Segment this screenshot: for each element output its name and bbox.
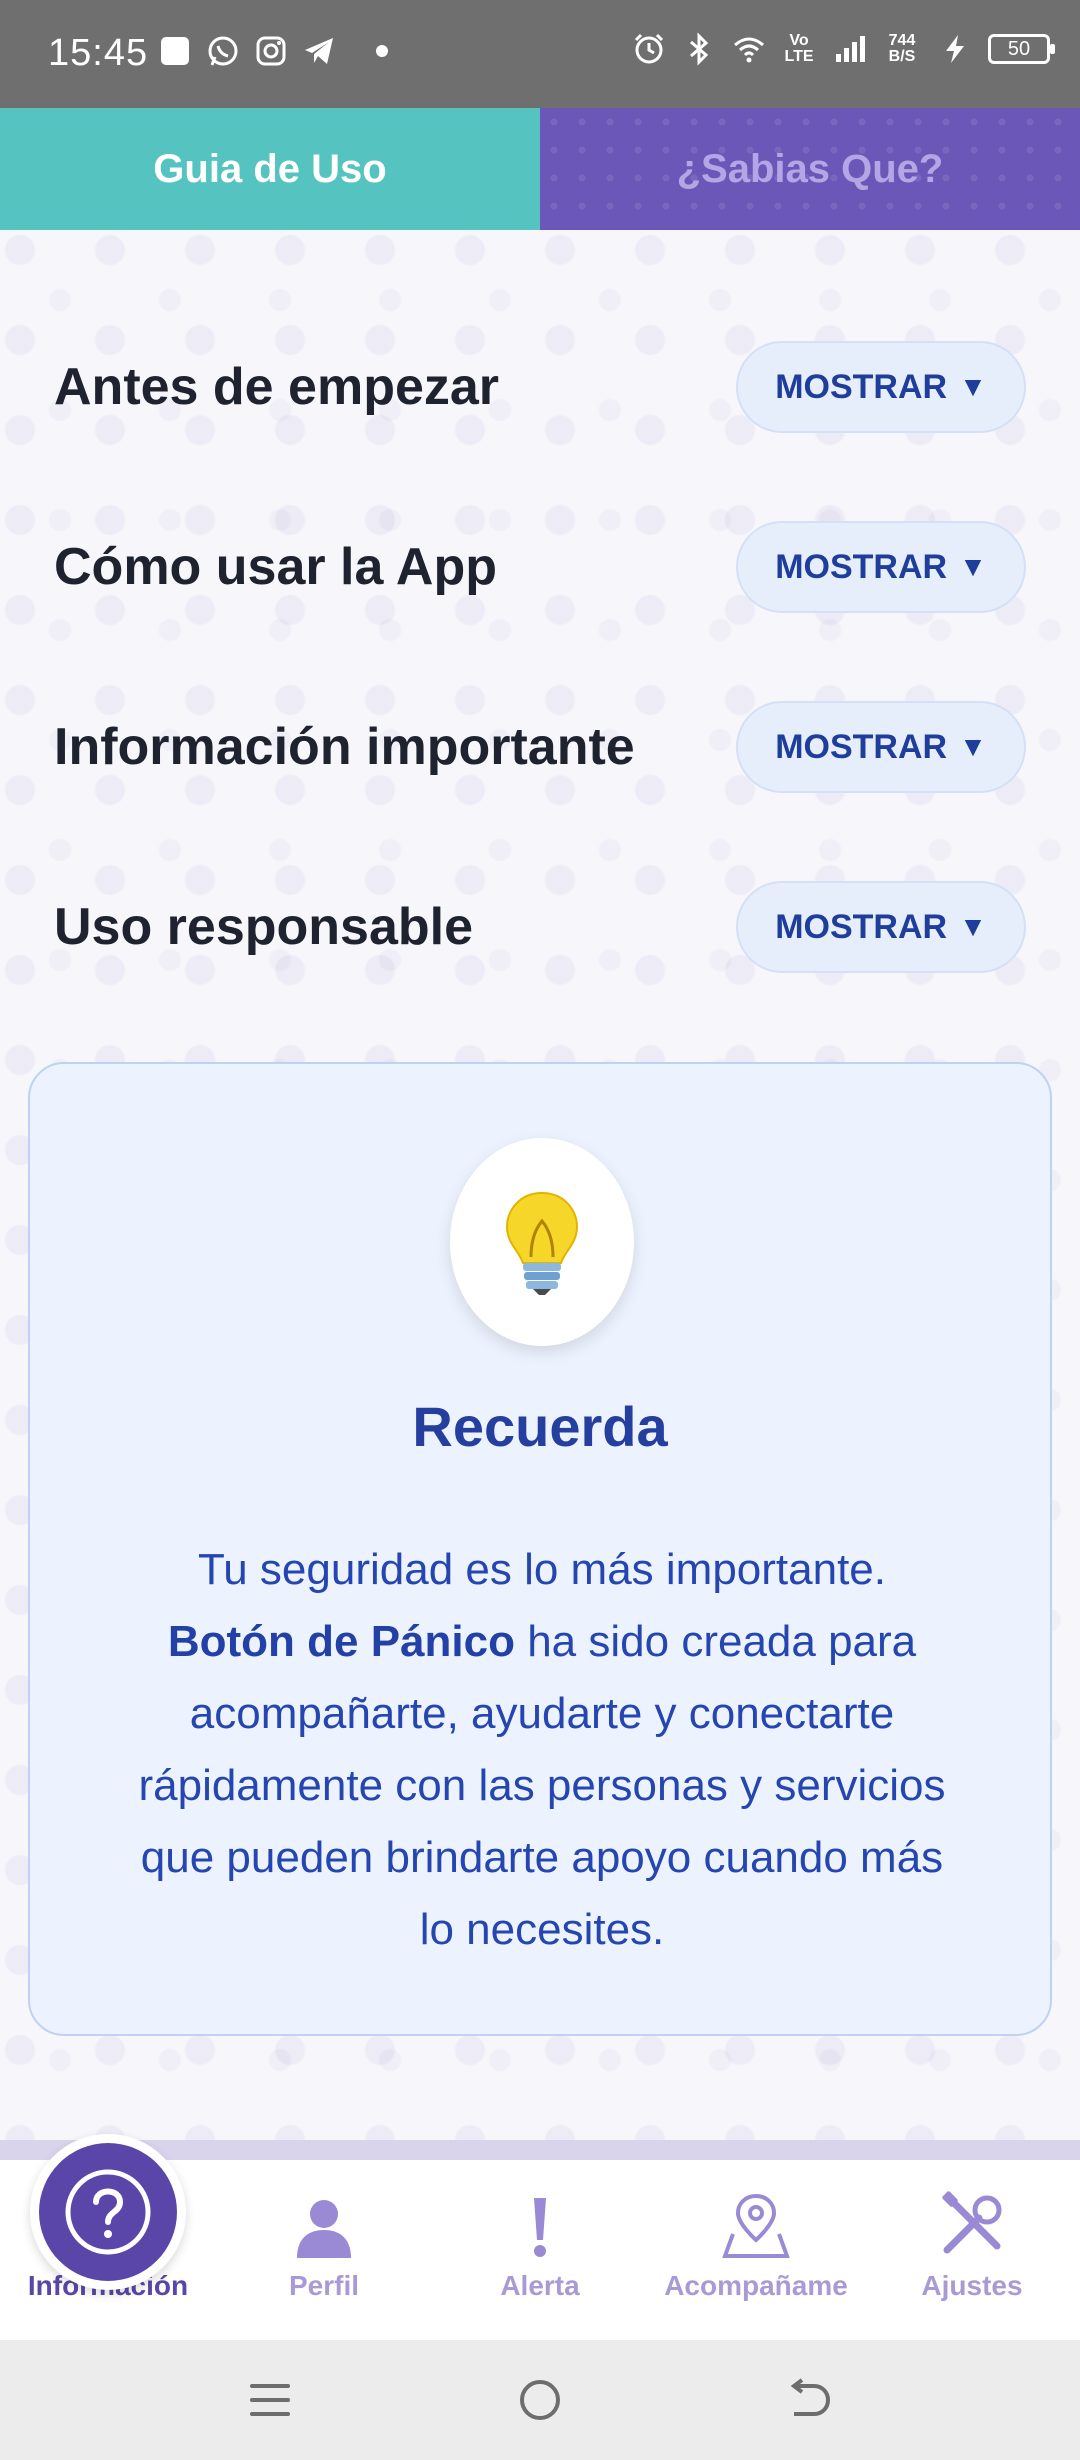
- section-title: Cómo usar la App: [54, 538, 498, 596]
- caret-down-icon: ▼: [959, 911, 987, 942]
- square-notification-icon: [161, 37, 189, 65]
- status-bar: 15:45 Vo LTE 744 B/S 50: [0, 0, 1080, 108]
- section-title: Uso responsable: [54, 898, 474, 956]
- recent-apps-button[interactable]: [240, 2374, 300, 2426]
- app-name: Botón de Pánico: [167, 1617, 515, 1666]
- active-nav-bubble: [30, 2134, 186, 2290]
- caret-down-icon: ▼: [959, 731, 987, 762]
- status-time: 15:45: [48, 32, 149, 74]
- back-arrow-icon: [790, 2378, 831, 2416]
- exclamation-icon: [534, 2198, 546, 2257]
- more-notifications-dot: [376, 45, 388, 57]
- nav-label: Alerta: [500, 2270, 580, 2301]
- menu-lines-icon: [250, 2384, 290, 2416]
- nav-ajustes[interactable]: Ajustes: [864, 2160, 1080, 2340]
- map-pin-icon: [722, 2193, 790, 2258]
- signal-icon: [836, 36, 865, 62]
- instagram-icon: [256, 36, 286, 66]
- card-line-1: Tu seguridad es lo más importante.: [197, 1545, 887, 1594]
- nav-label: Perfil: [288, 2270, 360, 2301]
- back-button[interactable]: [778, 2374, 838, 2426]
- home-circle-icon: [520, 2380, 560, 2420]
- nav-perfil[interactable]: Perfil: [216, 2160, 432, 2340]
- card-body: ha sido creada para acompañarte, ayudart…: [138, 1617, 946, 1954]
- charging-icon: [946, 35, 964, 63]
- whatsapp-icon: [208, 36, 238, 66]
- show-button[interactable]: MOSTRAR ▼: [736, 701, 1026, 793]
- tab-guia-de-uso[interactable]: Guia de Uso: [0, 108, 540, 230]
- alarm-icon: [634, 33, 664, 64]
- show-button-label: MOSTRAR: [775, 907, 948, 946]
- network-speed: 744 B/S: [888, 32, 916, 65]
- home-button[interactable]: [510, 2374, 570, 2426]
- bluetooth-icon: [690, 32, 709, 66]
- section-title: Información importante: [54, 718, 635, 776]
- lightbulb-icon: [505, 1191, 579, 1295]
- remember-card: Recuerda Tu seguridad es lo más importan…: [28, 1062, 1052, 2036]
- nav-informacion[interactable]: Información: [0, 2134, 216, 2340]
- bulb-badge: [450, 1138, 634, 1346]
- card-message: Tu seguridad es lo más importante. Botón …: [120, 1534, 964, 1966]
- show-button[interactable]: MOSTRAR ▼: [736, 521, 1026, 613]
- section-title: Antes de empezar: [54, 358, 500, 416]
- nav-label: Acompañame: [664, 2270, 848, 2301]
- show-button[interactable]: MOSTRAR ▼: [736, 341, 1026, 433]
- bottom-navigation: Información Perfil Alerta Acompañame Aj: [0, 2134, 1080, 2340]
- volte-indicator: Vo LTE: [784, 32, 814, 65]
- show-button[interactable]: MOSTRAR ▼: [736, 881, 1026, 973]
- tab-sabias-que[interactable]: ¿Sabias Que?: [540, 108, 1080, 230]
- question-icon: [65, 2169, 151, 2255]
- top-tabs: Guia de Uso ¿Sabias Que?: [0, 108, 1080, 230]
- nav-acompaname[interactable]: Acompañame: [648, 2160, 864, 2340]
- notification-icons: [158, 34, 388, 68]
- show-button-label: MOSTRAR: [775, 547, 948, 586]
- tools-icon: [942, 2191, 1002, 2254]
- telegram-icon: [305, 38, 333, 64]
- caret-down-icon: ▼: [959, 551, 987, 582]
- section-antes-de-empezar: Antes de empezar MOSTRAR ▼: [54, 337, 1026, 437]
- section-uso-responsable: Uso responsable MOSTRAR ▼: [54, 877, 1026, 977]
- wifi-icon: [734, 37, 764, 63]
- system-status-icons: Vo LTE 744 B/S 50: [632, 32, 1055, 66]
- card-title: Recuerda: [412, 1395, 668, 1458]
- nav-label: Ajustes: [921, 2270, 1023, 2301]
- system-navigation-bar: [0, 2340, 1080, 2460]
- nav-alerta[interactable]: Alerta: [432, 2160, 648, 2340]
- section-informacion-importante: Información importante MOSTRAR ▼: [54, 697, 1026, 797]
- caret-down-icon: ▼: [959, 371, 987, 402]
- show-button-label: MOSTRAR: [775, 727, 948, 766]
- show-button-label: MOSTRAR: [775, 367, 948, 406]
- person-icon: [297, 2200, 351, 2258]
- section-como-usar-la-app: Cómo usar la App MOSTRAR ▼: [54, 517, 1026, 617]
- battery-indicator: 50: [988, 34, 1055, 64]
